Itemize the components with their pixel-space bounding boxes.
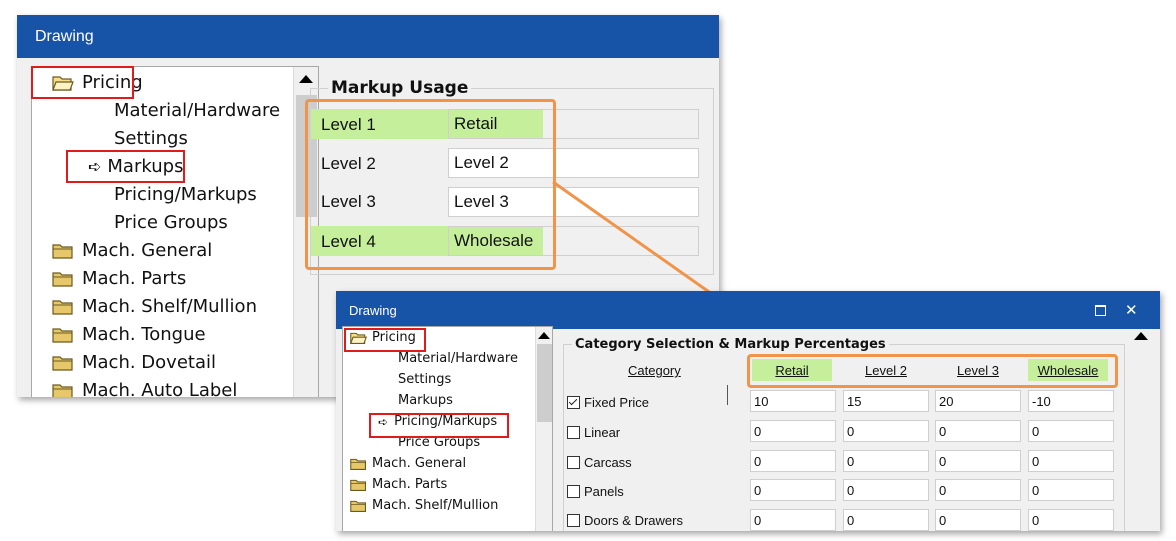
tree-item-mach-shelf-mullion[interactable]: Mach. Shelf/Mullion [350, 498, 498, 513]
category-header[interactable]: Category [628, 363, 681, 378]
category-checkbox-carcass[interactable]: Carcass [567, 455, 632, 470]
vertical-scrollbar[interactable] [535, 327, 552, 531]
folder-icon [350, 499, 367, 513]
fixed-price-retail-field[interactable]: 10 [750, 390, 836, 412]
tree-item-mach-parts[interactable]: Mach. Parts [350, 477, 447, 492]
field-value: 0 [754, 453, 762, 469]
checkbox-unchecked-icon[interactable] [567, 514, 580, 527]
panels-wholesale-field[interactable]: 0 [1028, 479, 1114, 501]
carcass-level-2-field[interactable]: 0 [843, 450, 929, 472]
field-value: 0 [939, 423, 947, 439]
field-value: 0 [754, 423, 762, 439]
tree-item-label: Mach. Parts [372, 477, 448, 492]
category-checkbox-panels[interactable]: Panels [567, 484, 624, 499]
checkbox-label: Carcass [584, 455, 632, 470]
folder-icon [350, 457, 367, 471]
field-value: 20 [939, 393, 954, 409]
field-value: 0 [939, 453, 947, 469]
checkbox-unchecked-icon[interactable] [567, 426, 580, 439]
highlight-outline-pricing [344, 328, 426, 352]
fixed-price-level-2-field[interactable]: 15 [843, 390, 929, 412]
checkbox-unchecked-icon[interactable] [567, 485, 580, 498]
field-value: 0 [754, 482, 762, 498]
field-value: 15 [847, 393, 862, 409]
linear-level-2-field[interactable]: 0 [843, 420, 929, 442]
drawing-window-front: Drawing ✕ Pricing Material/Hardware Sett… [336, 291, 1160, 531]
panels-level-3-field[interactable]: 0 [935, 479, 1021, 501]
tree-item-markups[interactable]: Markups [398, 393, 453, 408]
checkbox-label: Fixed Price [584, 395, 650, 410]
field-value: 0 [1032, 482, 1040, 498]
field-value: 0 [1032, 423, 1040, 439]
field-value: 0 [1032, 512, 1040, 528]
field-value: -10 [1032, 393, 1051, 409]
column-divider [727, 385, 728, 405]
checkbox-unchecked-icon[interactable] [567, 456, 580, 469]
scroll-up-icon[interactable] [538, 332, 550, 339]
category-checkbox-fixed-price[interactable]: Fixed Price [567, 395, 649, 410]
tree-item-label: Markups [398, 393, 453, 408]
title-bar: Drawing ✕ [336, 291, 1160, 329]
field-value: 0 [939, 512, 947, 528]
fixed-price-wholesale-field[interactable]: -10 [1028, 390, 1114, 412]
maximize-icon[interactable] [1095, 305, 1106, 316]
doors-drawers-wholesale-field[interactable]: 0 [1028, 509, 1114, 531]
scroll-up-icon[interactable] [1134, 332, 1148, 340]
field-value: 0 [847, 423, 855, 439]
category-checkbox-doors-drawers[interactable]: Doors & Drawers [567, 513, 683, 528]
close-icon[interactable]: ✕ [1125, 301, 1138, 319]
doors-drawers-level-2-field[interactable]: 0 [843, 509, 929, 531]
tree-item-settings[interactable]: Settings [398, 372, 451, 387]
group-title: Category Selection & Markup Percentages [572, 337, 889, 352]
field-value: 0 [847, 453, 855, 469]
carcass-wholesale-field[interactable]: 0 [1028, 450, 1114, 472]
panels-retail-field[interactable]: 0 [750, 479, 836, 501]
fixed-price-level-3-field[interactable]: 20 [935, 390, 1021, 412]
tree-item-label: Settings [398, 372, 452, 387]
category-checkbox-linear[interactable]: Linear [567, 425, 620, 440]
callout-outline-columns [747, 354, 1118, 388]
field-value: 0 [847, 482, 855, 498]
field-value: 0 [754, 512, 762, 528]
folder-icon [350, 478, 367, 492]
checkbox-label: Doors & Drawers [584, 513, 683, 528]
checkbox-label: Panels [584, 484, 624, 499]
field-value: 10 [754, 393, 769, 409]
highlight-outline-pricing-markups [369, 413, 509, 438]
carcass-level-3-field[interactable]: 0 [935, 450, 1021, 472]
checkbox-checked-icon[interactable] [567, 396, 580, 409]
checkbox-label: Linear [584, 425, 621, 440]
doors-drawers-level-3-field[interactable]: 0 [935, 509, 1021, 531]
doors-drawers-retail-field[interactable]: 0 [750, 509, 836, 531]
window-title: Drawing [349, 303, 397, 318]
tree-item-mach-general[interactable]: Mach. General [350, 456, 466, 471]
tree-item-label: Mach. General [372, 456, 467, 471]
scrollbar-thumb[interactable] [537, 344, 552, 422]
carcass-retail-field[interactable]: 0 [750, 450, 836, 472]
panels-level-2-field[interactable]: 0 [843, 479, 929, 501]
field-value: 0 [1032, 453, 1040, 469]
linear-wholesale-field[interactable]: 0 [1028, 420, 1114, 442]
tree-item-label: Mach. Shelf/Mullion [372, 498, 499, 513]
tree-item-material-hardware[interactable]: Material/Hardware [398, 351, 518, 366]
linear-retail-field[interactable]: 0 [750, 420, 836, 442]
field-value: 0 [847, 512, 855, 528]
field-value: 0 [939, 482, 947, 498]
linear-level-3-field[interactable]: 0 [935, 420, 1021, 442]
page-scrollbar[interactable] [1126, 329, 1160, 531]
tree-item-label: Material/Hardware [398, 351, 518, 366]
